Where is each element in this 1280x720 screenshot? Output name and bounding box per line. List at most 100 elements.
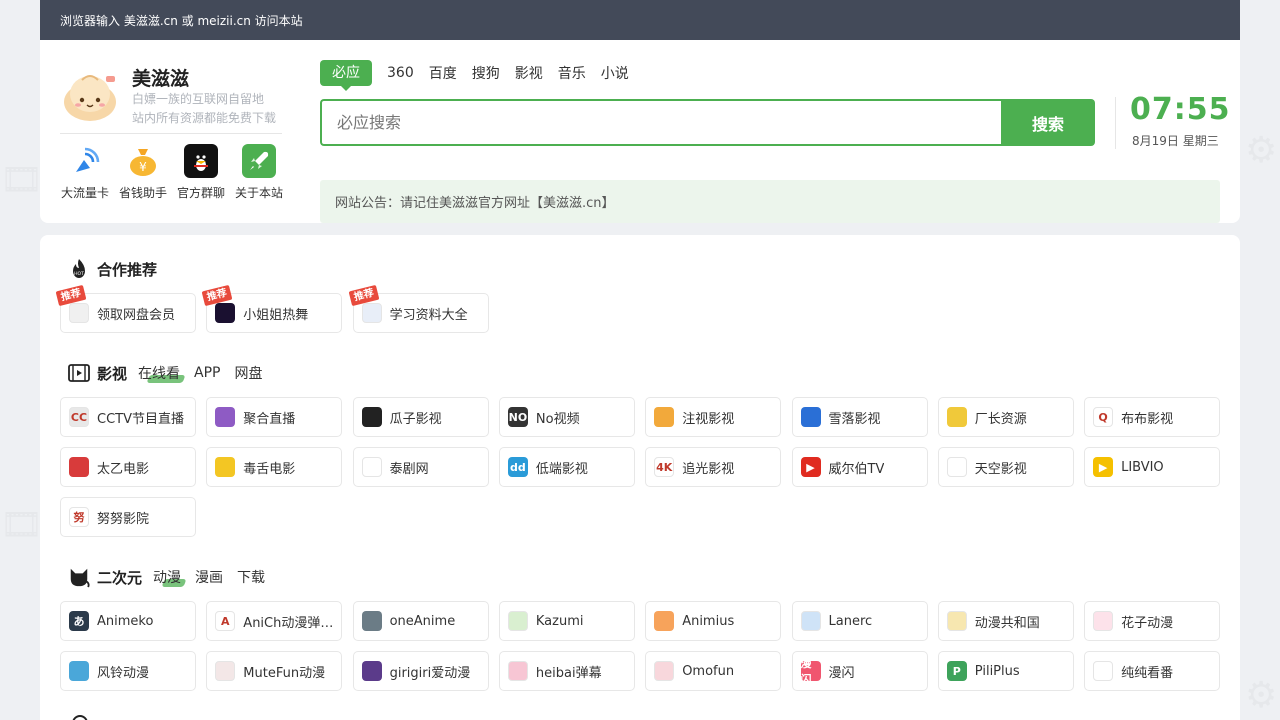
site-link-label: 瓜子影视	[389, 411, 442, 427]
logo-divider	[60, 133, 282, 134]
quick-link-data-card[interactable]: 大流量卡	[56, 144, 114, 201]
site-link-card[interactable]: oneAnime	[352, 601, 489, 641]
site-link-card[interactable]: 努努努影院	[60, 497, 196, 537]
site-link-card[interactable]: Animius	[645, 601, 782, 641]
quick-links: 大流量卡 ¥ 省钱助手 官方群聊 关于本站	[56, 144, 288, 201]
rocket-icon	[242, 144, 276, 178]
search-button[interactable]: 搜索	[1001, 99, 1095, 146]
site-link-label: 太乙电影	[97, 461, 150, 477]
site-link-label: 风铃动漫	[97, 665, 150, 681]
section-partner-header: HOT 合作推荐	[68, 258, 168, 280]
site-logo-icon	[361, 611, 382, 631]
engine-tab-novel[interactable]: 小说	[601, 63, 629, 83]
site-link-card[interactable]: 雪落影视	[791, 397, 928, 437]
section-partner-title: 合作推荐	[97, 260, 158, 279]
site-link-card[interactable]: 瓜子影视	[352, 397, 489, 437]
site-logo-icon	[800, 407, 821, 427]
site-link-card[interactable]: 风铃动漫	[60, 651, 196, 691]
tab-online[interactable]: 在线看	[138, 363, 180, 383]
site-logo-icon	[654, 611, 675, 631]
site-link-label: Kazumi	[535, 613, 584, 629]
quick-link-label: 大流量卡	[60, 186, 109, 200]
site-link-card[interactable]: CC CCTV节目直播	[60, 397, 196, 437]
site-link-card[interactable]: ▶ 威尔伯TV	[791, 447, 928, 487]
tab-netdisk[interactable]: 网盘	[234, 363, 262, 383]
site-logo-icon	[654, 661, 675, 681]
site-logo-icon	[361, 407, 382, 427]
site-link-card[interactable]: girigiri爱动漫	[352, 651, 489, 691]
quick-link-about[interactable]: 关于本站	[230, 144, 288, 201]
site-link-card[interactable]: 漫闪 漫闪	[791, 651, 928, 691]
site-link-card[interactable]: 4K 追光影视	[645, 447, 782, 487]
site-link-card[interactable]: 厂长资源	[937, 397, 1074, 437]
site-link-card[interactable]: dd 低端影视	[498, 447, 635, 487]
background-reel-icon: ⚙	[1245, 675, 1278, 716]
site-logo-icon: NO	[507, 407, 528, 427]
quick-link-label: 关于本站	[234, 186, 283, 200]
site-link-card[interactable]: 太乙电影	[60, 447, 196, 487]
site-logo-icon	[507, 611, 528, 631]
site-logo-icon	[69, 661, 89, 681]
site-link-card[interactable]: Omofun	[645, 651, 782, 691]
site-logo-icon	[215, 661, 236, 681]
tab-download[interactable]: 下载	[237, 567, 265, 587]
site-link-card[interactable]: 纯纯看番	[1084, 651, 1221, 691]
section-video-header: 影视 在线看 APP 网盘	[68, 362, 276, 384]
site-link-card[interactable]: 聚合直播	[206, 397, 343, 437]
site-link-label: 学习资料大全	[389, 307, 468, 323]
engine-tab-360[interactable]: 360	[387, 65, 414, 81]
site-logo-icon: 漫闪	[800, 661, 821, 681]
engine-tab-video[interactable]: 影视	[515, 63, 543, 83]
tab-manga[interactable]: 漫画	[195, 567, 223, 587]
site-link-card[interactable]: 毒舌电影	[206, 447, 343, 487]
site-link-card[interactable]: Kazumi	[498, 601, 635, 641]
site-logo-icon	[361, 661, 382, 681]
site-notice: 网站公告：请记住美滋滋官方网址【美滋滋.cn】	[320, 180, 1220, 223]
site-subtitle-line-1: 白嫖一族的互联网自留地	[132, 92, 265, 106]
site-link-card[interactable]: 注视影视	[645, 397, 782, 437]
top-announcement-bar: 浏览器输入 美滋滋.cn 或 meizii.cn 访问本站	[40, 0, 1240, 40]
site-subtitle: 白嫖一族的互联网自留地 站内所有资源都能免费下载	[132, 90, 276, 128]
site-link-card[interactable]: P PiliPlus	[937, 651, 1074, 691]
site-link-card[interactable]: あ Animeko	[60, 601, 196, 641]
search-input[interactable]	[320, 99, 1001, 146]
site-link-card[interactable]: Lanerc	[791, 601, 928, 641]
site-logo-icon	[654, 407, 675, 427]
site-link-card[interactable]: 天空影视	[937, 447, 1074, 487]
site-link-card[interactable]: 泰剧网	[352, 447, 489, 487]
site-link-card[interactable]: heibai弹幕	[498, 651, 635, 691]
tab-anime[interactable]: 动漫	[153, 567, 181, 587]
quick-link-official-group[interactable]: 官方群聊	[172, 144, 230, 201]
site-link-card[interactable]: ▶ LIBVIO	[1084, 447, 1221, 487]
site-link-card[interactable]: 学习资料大全 推荐	[348, 284, 489, 333]
site-link-label: PiliPlus	[974, 663, 1020, 679]
site-link-card[interactable]: 花子动漫	[1084, 601, 1221, 641]
site-link-label: CCTV节目直播	[97, 411, 184, 427]
engine-tab-sogou[interactable]: 搜狗	[472, 63, 500, 83]
quick-link-saving-helper[interactable]: ¥ 省钱助手	[114, 144, 172, 201]
site-link-label: girigiri爱动漫	[389, 665, 471, 681]
site-link-card[interactable]: MuteFun动漫	[206, 651, 343, 691]
site-link-card[interactable]: NO No视频	[498, 397, 635, 437]
site-link-label: 毒舌电影	[243, 461, 296, 477]
site-link-label: 领取网盘会员	[97, 307, 176, 323]
tab-app[interactable]: APP	[194, 365, 220, 381]
site-link-card[interactable]: Q 布布影视	[1084, 397, 1221, 437]
site-logo-icon	[361, 457, 382, 477]
film-icon	[68, 362, 90, 384]
hot-flame-icon: HOT	[68, 258, 90, 280]
site-logo-icon: Q	[1093, 407, 1114, 427]
site-link-card[interactable]: 动漫共和国	[937, 601, 1074, 641]
site-link-card[interactable]: 领取网盘会员 推荐	[55, 284, 196, 333]
engine-tab-bing[interactable]: 必应	[320, 60, 372, 91]
next-section-icon	[72, 715, 88, 720]
money-bag-icon: ¥	[126, 144, 160, 178]
engine-tab-music[interactable]: 音乐	[558, 63, 586, 83]
site-logo-icon	[361, 303, 382, 323]
site-link-card[interactable]: 小姐姐热舞 推荐	[201, 284, 343, 333]
engine-tab-baidu[interactable]: 百度	[429, 63, 457, 83]
section-video-title: 影视	[97, 364, 128, 383]
site-link-card[interactable]: A AniCh动漫弹幕播放	[206, 601, 343, 641]
site-logo-icon	[215, 407, 236, 427]
site-link-label: Animeko	[97, 613, 154, 629]
